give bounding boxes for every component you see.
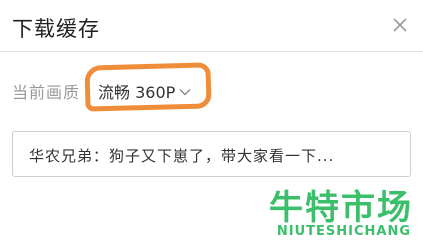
watermark-subtext: NIUTESHICHANG: [276, 224, 411, 239]
dialog-title: 下载缓存: [12, 17, 100, 41]
close-button[interactable]: [391, 16, 409, 34]
cache-list-item[interactable]: 华农兄弟：狗子又下崽了，带大家看一下...: [12, 131, 411, 177]
cache-item-title: 华农兄弟：狗子又下崽了，带大家看一下...: [29, 147, 335, 165]
close-icon: [393, 18, 407, 32]
watermark-text: 牛特市场: [269, 188, 413, 228]
watermark-logo: 牛特市场 NIUTESHICHANG: [257, 180, 417, 242]
download-cache-dialog: 下载缓存 当前画质 流畅 360P 华农兄弟：狗子又下崽了，带大家看一下... …: [0, 0, 423, 246]
quality-label: 当前画质: [12, 83, 81, 102]
header-divider: [0, 51, 423, 52]
quality-highlight-annotation: [84, 62, 212, 112]
dialog-header: 下载缓存: [0, 0, 423, 52]
